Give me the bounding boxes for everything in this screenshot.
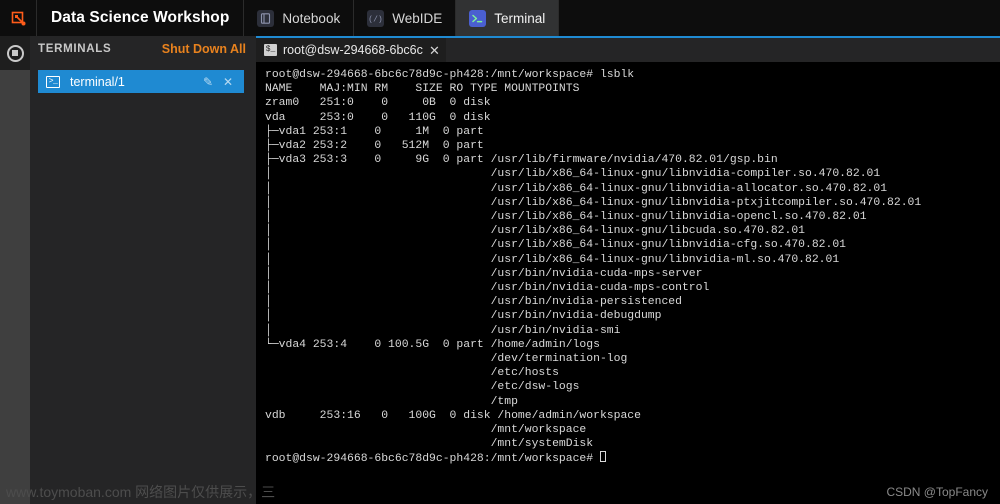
- list-item-label: terminal/1: [70, 74, 125, 89]
- sidebar-terminal-list: >_ terminal/1 ✎ ✕: [30, 62, 256, 504]
- tab-notebook[interactable]: Notebook: [244, 0, 355, 36]
- top-navigation-bar: Data Science Workshop Notebook (/) WebID…: [0, 0, 1000, 36]
- tab-webide-label: WebIDE: [392, 10, 443, 26]
- tab-terminal-label: Terminal: [494, 10, 546, 26]
- dsw-app-window: Data Science Workshop Notebook (/) WebID…: [0, 0, 1000, 504]
- tab-terminal[interactable]: Terminal: [456, 0, 560, 36]
- terminal-prompt: root@dsw-294668-6bc6c78d9c-ph428:/mnt/wo…: [265, 453, 600, 466]
- activity-rail: [0, 36, 30, 504]
- sidebar-title: TERMINALS: [38, 43, 112, 55]
- close-icon[interactable]: ✕: [429, 44, 440, 57]
- app-title-text: Data Science Workshop: [51, 9, 230, 26]
- app-title: Data Science Workshop: [37, 0, 245, 36]
- tab-notebook-label: Notebook: [282, 10, 341, 26]
- terminal-tab-label: root@dsw-294668-6bc6c78c: [283, 43, 423, 57]
- rail-filler: [0, 70, 30, 504]
- notebook-icon: [257, 9, 275, 27]
- app-logo-icon: [10, 10, 27, 27]
- app-logo: [0, 0, 37, 36]
- terminals-sidebar: TERMINALS Shut Down All >_ terminal/1 ✎ …: [30, 36, 256, 504]
- sidebar-header: TERMINALS Shut Down All: [30, 36, 256, 62]
- terminal-cursor: [599, 451, 606, 463]
- webide-icon: (/): [367, 9, 385, 27]
- terminal-small-icon: >_: [46, 75, 60, 88]
- shut-down-all-button[interactable]: Shut Down All: [162, 42, 246, 56]
- tab-webide[interactable]: (/) WebIDE: [354, 0, 457, 36]
- shell-icon: $_: [264, 44, 277, 56]
- close-icon[interactable]: ✕: [218, 75, 238, 89]
- pencil-icon[interactable]: ✎: [198, 75, 218, 89]
- terminal-tabbar: $_ root@dsw-294668-6bc6c78c ✕: [256, 36, 1000, 62]
- list-item[interactable]: >_ terminal/1 ✎ ✕: [38, 70, 244, 93]
- svg-text:(/): (/): [369, 15, 382, 24]
- terminal-activity-icon: [6, 44, 24, 62]
- terminal-panel: $_ root@dsw-294668-6bc6c78c ✕ root@dsw-2…: [256, 36, 1000, 504]
- terminal-icon: [469, 9, 487, 27]
- terminal-screen[interactable]: root@dsw-294668-6bc6c78d9c-ph428:/mnt/wo…: [256, 62, 1000, 504]
- terminal-output: root@dsw-294668-6bc6c78d9c-ph428:/mnt/wo…: [265, 68, 921, 467]
- terminal-output-text: root@dsw-294668-6bc6c78d9c-ph428:/mnt/wo…: [265, 69, 922, 451]
- rail-item-terminal[interactable]: [0, 36, 30, 70]
- terminal-tab[interactable]: $_ root@dsw-294668-6bc6c78c ✕: [256, 38, 446, 62]
